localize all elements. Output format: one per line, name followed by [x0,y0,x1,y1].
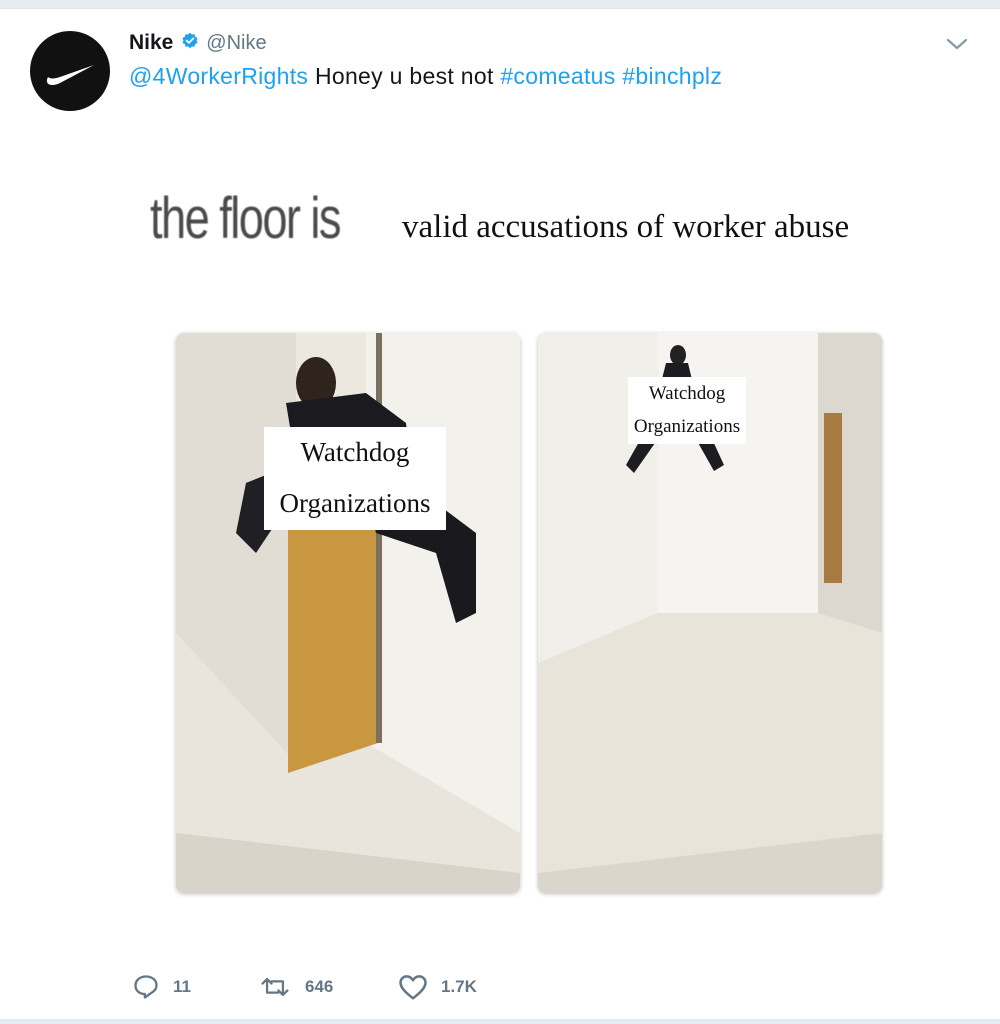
label-line: Organizations [279,488,431,519]
tweet-media-image[interactable]: the floor is valid accusations of worker… [120,127,938,967]
meme-title-left: the floor is [150,186,342,251]
like-button[interactable]: 1.7K [398,973,477,1001]
meme-title-right: valid accusations of worker abuse [402,209,850,245]
retweet-count: 646 [305,977,334,996]
label-line: Organizations [633,416,741,438]
reply-count: 11 [173,977,191,996]
label-line: Watchdog [648,383,726,404]
tweet-header: Nike @Nike [129,31,267,57]
watchdog-label: Watchdog Organizations [628,377,746,444]
tweet-body-text: Honey u best not [314,63,494,89]
hashtag-link[interactable]: #binchplz [622,63,722,89]
retweet-icon [258,973,292,1001]
reply-icon [132,973,160,1001]
label-line: Watchdog [300,437,410,467]
watchdog-label: Watchdog Organizations [264,427,446,530]
heart-icon [398,973,428,1001]
display-name[interactable]: Nike [129,31,173,54]
tweet-card: Nike @Nike @4WorkerRights Honey u best n… [0,8,1000,1020]
like-count: 1.7K [441,977,477,996]
mention-link[interactable]: @4WorkerRights [129,63,308,89]
hallway-jump-photo-left [176,333,520,893]
reply-button[interactable]: 11 [132,973,191,1001]
meme-panel-left: Watchdog Organizations [176,333,520,893]
tweet-text: @4WorkerRights Honey u best not #comeatu… [129,63,722,90]
retweet-button[interactable]: 646 [258,973,333,1001]
meme-panel-right: Watchdog Organizations [538,333,882,893]
verified-badge-icon [181,32,199,55]
nike-swoosh-logo-icon [46,65,94,85]
handle[interactable]: @Nike [206,32,266,54]
chevron-down-icon[interactable] [944,35,970,58]
hashtag-link[interactable]: #comeatus [500,63,615,89]
avatar[interactable] [30,31,110,111]
